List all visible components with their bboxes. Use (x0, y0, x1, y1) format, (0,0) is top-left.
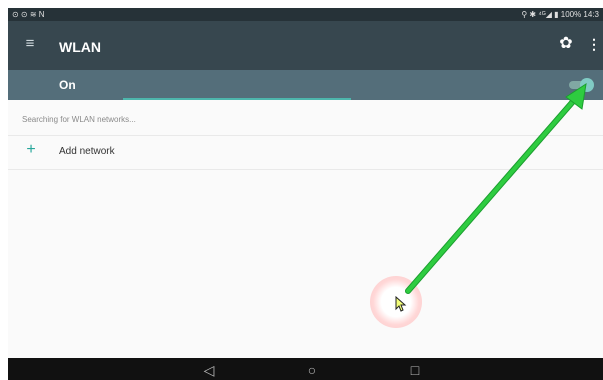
back-triangle-icon[interactable]: ◁ (195, 358, 223, 380)
searching-status-text: Searching for WLAN networks... (22, 115, 136, 124)
navigation-bar: ◁ ○ □ (8, 358, 603, 380)
wlan-toggle-thumb[interactable] (580, 78, 594, 92)
status-right-info: ⚲ ✱ ⁴ᴳ◢ ▮ 100% 14:3 (521, 10, 599, 19)
divider (8, 169, 603, 170)
recents-square-icon[interactable]: □ (401, 358, 429, 380)
page-title: WLAN (59, 39, 101, 55)
gear-icon[interactable]: ✿ (557, 34, 575, 54)
hamburger-menu-icon[interactable]: ≡ (22, 35, 38, 53)
add-network-row[interactable]: + Add network (8, 136, 603, 169)
home-circle-icon[interactable]: ○ (298, 358, 326, 380)
device-screen: ⊙ ⊙ ≋ N ⚲ ✱ ⁴ᴳ◢ ▮ 100% 14:3 ≡ WLAN ✿ ⋮ O… (8, 8, 603, 380)
mouse-pointer-icon (395, 296, 407, 312)
status-bar: ⊙ ⊙ ≋ N ⚲ ✱ ⁴ᴳ◢ ▮ 100% 14:3 (8, 8, 603, 21)
wlan-list: Searching for WLAN networks... + Add net… (8, 100, 603, 358)
app-bar: ≡ WLAN ✿ ⋮ (8, 21, 603, 70)
status-left-icons: ⊙ ⊙ ≋ N (12, 10, 45, 19)
add-network-label: Add network (59, 146, 115, 157)
more-vert-icon[interactable]: ⋮ (587, 34, 601, 54)
wlan-switch-bar[interactable]: On (8, 70, 603, 100)
switch-label: On (59, 78, 76, 92)
plus-icon: + (26, 141, 36, 158)
